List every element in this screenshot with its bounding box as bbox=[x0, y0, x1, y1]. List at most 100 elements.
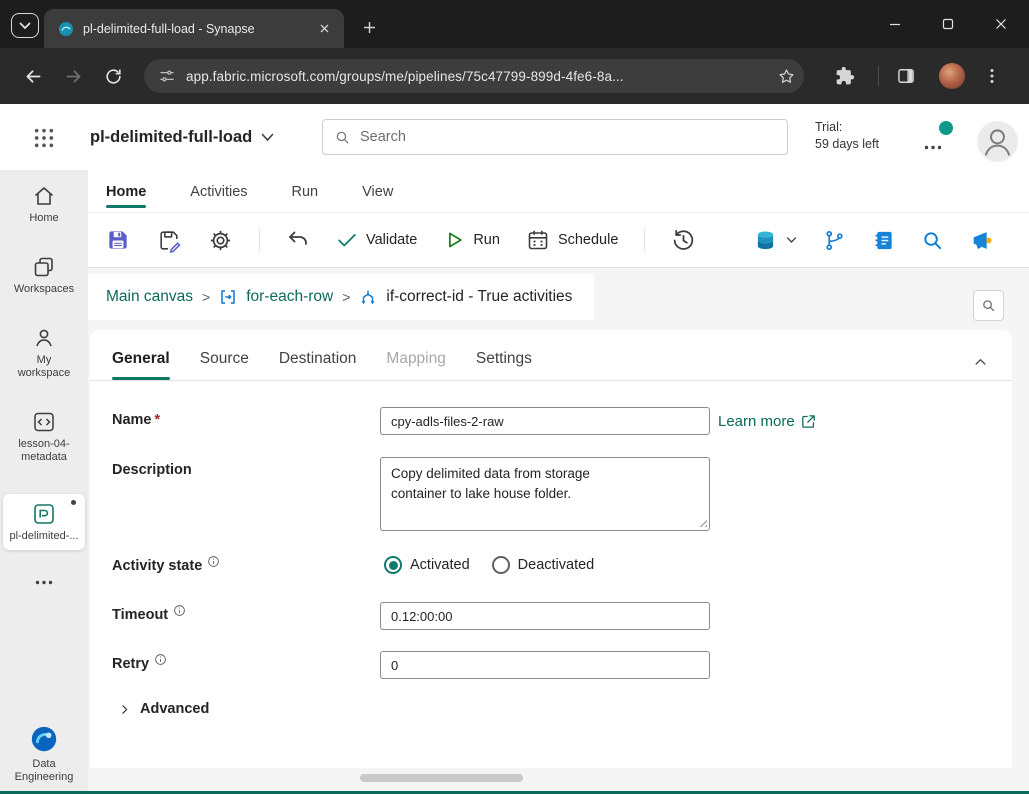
browser-tab[interactable]: pl-delimited-full-load - Synapse bbox=[44, 9, 344, 48]
radio-activated[interactable]: Activated bbox=[384, 556, 470, 574]
description-textarea[interactable]: Copy delimited data from storage contain… bbox=[380, 457, 710, 531]
fabric-header: pl-delimited-full-load Trial: 59 days le… bbox=[0, 104, 1029, 170]
tab-title: pl-delimited-full-load - Synapse bbox=[83, 21, 255, 36]
radio-deactivated[interactable]: Deactivated bbox=[491, 556, 595, 574]
sidebar-item-label: My workspace bbox=[17, 354, 71, 379]
presence-dot bbox=[939, 121, 953, 135]
browser-window: pl-delimited-full-load - Synapse app.fab… bbox=[0, 0, 1029, 794]
tab-label: Source bbox=[199, 350, 249, 367]
bookmark-star-button[interactable] bbox=[777, 67, 796, 86]
account-avatar[interactable] bbox=[977, 121, 1018, 162]
schedule-button[interactable]: Schedule bbox=[526, 228, 618, 252]
save-button[interactable] bbox=[105, 227, 131, 253]
tab-close-button[interactable] bbox=[315, 19, 334, 38]
radio-label: Deactivated bbox=[517, 557, 595, 573]
run-history-button[interactable] bbox=[671, 228, 696, 253]
collapse-panel-button[interactable] bbox=[968, 350, 992, 374]
forward-button[interactable] bbox=[56, 59, 90, 93]
tab-source[interactable]: Source bbox=[200, 350, 249, 380]
extensions-button[interactable] bbox=[828, 59, 862, 93]
tab-label: Mapping bbox=[386, 350, 446, 367]
save-as-button[interactable] bbox=[157, 228, 182, 253]
app-launcher-button[interactable] bbox=[29, 123, 59, 153]
copy-data-dropdown-button[interactable] bbox=[753, 228, 797, 253]
activity-state-row: Activity state Activated Deactivated bbox=[112, 553, 1012, 574]
name-input[interactable] bbox=[380, 407, 710, 435]
chevron-up-icon bbox=[975, 358, 985, 365]
back-button[interactable] bbox=[16, 59, 50, 93]
breadcrumb-for-each-row[interactable]: for-each-row bbox=[246, 288, 333, 306]
browser-profile-avatar[interactable] bbox=[939, 63, 965, 89]
workspaces-icon bbox=[34, 257, 53, 277]
toolbar-divider bbox=[259, 228, 260, 252]
browser-titlebar: pl-delimited-full-load - Synapse bbox=[0, 0, 1029, 48]
canvas-search-button[interactable] bbox=[973, 290, 1004, 321]
run-button[interactable]: Run bbox=[443, 229, 500, 251]
toolbar-right-group bbox=[727, 228, 995, 253]
address-bar[interactable]: app.fabric.microsoft.com/groups/me/pipel… bbox=[144, 59, 804, 93]
browser-menu-button[interactable] bbox=[975, 59, 1009, 93]
window-controls bbox=[868, 0, 1027, 48]
horizontal-scrollbar[interactable] bbox=[360, 774, 523, 782]
reload-button[interactable] bbox=[96, 59, 130, 93]
announcement-button[interactable] bbox=[970, 228, 995, 253]
learn-more-link[interactable]: Learn more bbox=[718, 413, 817, 430]
source-control-button[interactable] bbox=[823, 229, 846, 252]
minimize-button[interactable] bbox=[868, 0, 921, 48]
save-as-icon bbox=[160, 230, 181, 253]
global-search-box[interactable] bbox=[322, 119, 788, 155]
browse-search-button[interactable] bbox=[921, 229, 944, 252]
search-input[interactable] bbox=[360, 129, 776, 145]
pipeline-title-menu[interactable]: pl-delimited-full-load bbox=[90, 104, 274, 170]
undo-button[interactable] bbox=[286, 228, 310, 252]
sidebar-item-label: Data Engineering bbox=[14, 758, 74, 783]
chevron-down-icon bbox=[261, 133, 274, 141]
learn-more-label: Learn more bbox=[718, 412, 795, 430]
sidebar-more-button[interactable] bbox=[3, 580, 85, 585]
notebook-button[interactable] bbox=[872, 229, 895, 252]
retry-input[interactable] bbox=[380, 651, 710, 679]
schedule-label: Schedule bbox=[557, 232, 619, 248]
sidebar-item-pl-delimited[interactable]: pl-delimited-... bbox=[3, 494, 85, 550]
tab-settings[interactable]: Settings bbox=[476, 350, 532, 380]
sidebar-item-lesson-04-metadata[interactable]: lesson-04-metadata bbox=[3, 410, 85, 464]
timeout-input[interactable] bbox=[380, 602, 710, 630]
info-icon bbox=[208, 556, 220, 567]
tab-activities[interactable]: Activities bbox=[190, 170, 247, 212]
settings-button[interactable] bbox=[208, 228, 233, 253]
properties-tabs: General Source Destination Mapping Setti… bbox=[90, 330, 1012, 381]
sidebar-item-my-workspace[interactable]: My workspace bbox=[3, 326, 85, 380]
tab-home[interactable]: Home bbox=[106, 170, 147, 212]
toolbar-divider bbox=[644, 228, 646, 252]
more-options-button[interactable] bbox=[920, 140, 946, 154]
plus-icon bbox=[363, 21, 375, 33]
tab-label: General bbox=[112, 350, 170, 367]
save-icon bbox=[109, 231, 127, 249]
git-branch-icon bbox=[826, 230, 843, 250]
advanced-expander[interactable]: Advanced bbox=[112, 701, 1012, 717]
tab-run[interactable]: Run bbox=[292, 170, 319, 212]
tab-search-button[interactable] bbox=[11, 13, 39, 38]
sidebar-item-workspaces[interactable]: Workspaces bbox=[3, 255, 85, 296]
run-label: Run bbox=[473, 232, 500, 248]
new-tab-button[interactable] bbox=[358, 16, 380, 38]
breadcrumb-main-canvas[interactable]: Main canvas bbox=[106, 288, 193, 306]
close-window-button[interactable] bbox=[974, 0, 1027, 48]
history-clock-icon bbox=[674, 229, 694, 250]
sidebar-item-label: pl-delimited-... bbox=[9, 530, 79, 542]
sidebar-item-data-engineering[interactable]: Data Engineering bbox=[3, 724, 85, 784]
notebook-icon bbox=[875, 231, 892, 249]
tab-general[interactable]: General bbox=[112, 350, 170, 380]
star-icon bbox=[779, 68, 794, 83]
validate-button[interactable]: Validate bbox=[336, 229, 417, 251]
sidebar-item-label: Home bbox=[29, 212, 59, 224]
back-arrow-icon bbox=[26, 69, 40, 83]
maximize-button[interactable] bbox=[921, 0, 974, 48]
tab-label: Home bbox=[106, 184, 147, 200]
sidebar-item-home[interactable]: Home bbox=[3, 184, 85, 225]
undo-icon bbox=[289, 231, 307, 245]
tab-view[interactable]: View bbox=[362, 170, 393, 212]
side-panel-button[interactable] bbox=[889, 59, 923, 93]
navbar-right-group bbox=[828, 59, 1015, 93]
tab-destination[interactable]: Destination bbox=[279, 350, 357, 380]
